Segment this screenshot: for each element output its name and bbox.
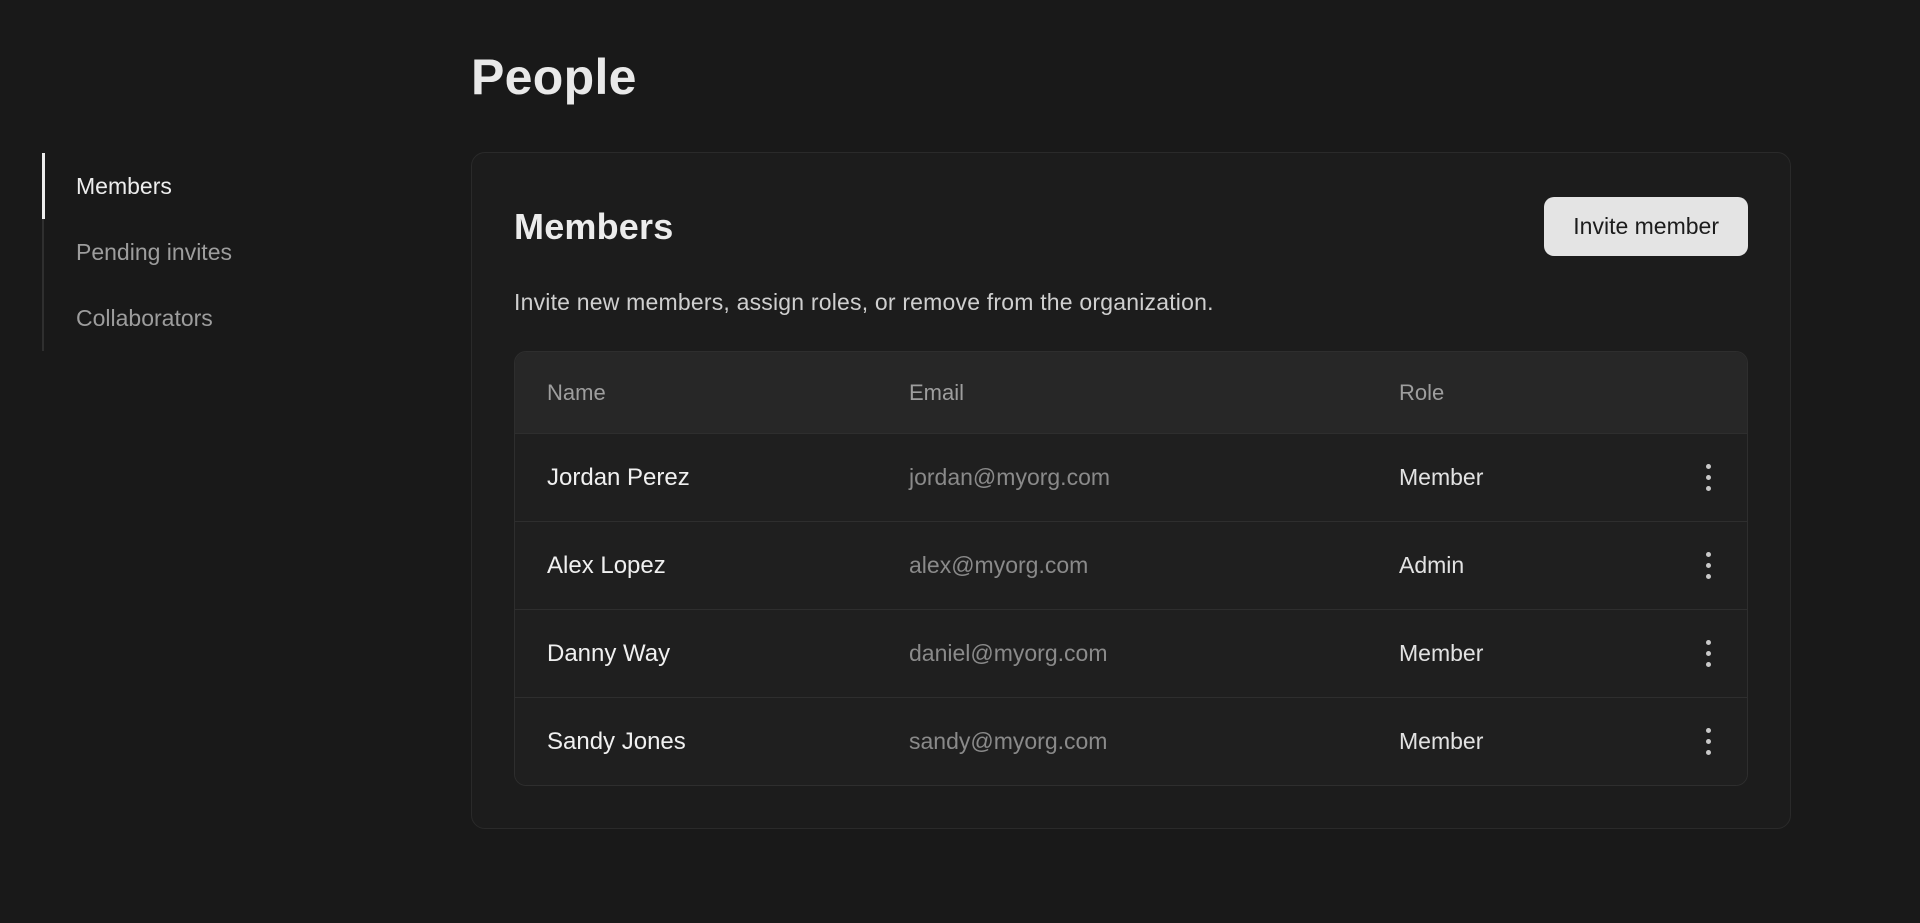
member-email: sandy@myorg.com [909,728,1399,755]
panel-description: Invite new members, assign roles, or rem… [514,289,1748,316]
column-header-role: Role [1399,380,1669,406]
member-email: daniel@myorg.com [909,640,1399,667]
panel-header: Members Invite member [514,197,1748,256]
page: Members Pending invites Collaborators Pe… [0,0,1920,923]
kebab-vertical-icon [1706,552,1711,557]
row-actions-button[interactable] [1686,456,1730,500]
member-name: Alex Lopez [547,552,909,580]
member-role: Member [1399,640,1669,667]
sidebar-item-label: Members [76,173,172,200]
member-role: Member [1399,728,1669,755]
member-name: Sandy Jones [547,728,909,756]
panel-heading: Members [514,206,673,248]
sidebar: Members Pending invites Collaborators [0,0,471,923]
members-panel: Members Invite member Invite new members… [471,152,1791,829]
member-email: jordan@myorg.com [909,464,1399,491]
table-row: Jordan Perez jordan@myorg.com Member [515,433,1747,521]
table-header-row: Name Email Role [515,352,1747,433]
table-row: Sandy Jones sandy@myorg.com Member [515,697,1747,785]
table-row: Alex Lopez alex@myorg.com Admin [515,521,1747,609]
table-row: Danny Way daniel@myorg.com Member [515,609,1747,697]
sidebar-nav: Members Pending invites Collaborators [42,153,471,351]
kebab-vertical-icon [1706,464,1711,469]
kebab-vertical-icon [1706,728,1711,733]
column-header-email: Email [909,380,1399,406]
members-table: Name Email Role Jordan Perez jordan@myor… [514,351,1748,786]
row-actions-button[interactable] [1686,720,1730,764]
member-email: alex@myorg.com [909,552,1399,579]
main-content: People Members Invite member Invite new … [471,0,1920,923]
member-role: Admin [1399,552,1669,579]
sidebar-item-collaborators[interactable]: Collaborators [42,285,471,351]
page-title: People [471,51,1791,103]
member-role: Member [1399,464,1669,491]
sidebar-item-label: Collaborators [76,305,213,332]
column-header-name: Name [547,380,909,406]
row-actions-button[interactable] [1686,632,1730,676]
sidebar-item-pending-invites[interactable]: Pending invites [42,219,471,285]
kebab-vertical-icon [1706,640,1711,645]
sidebar-item-label: Pending invites [76,239,232,266]
row-actions-button[interactable] [1686,544,1730,588]
invite-member-button[interactable]: Invite member [1544,197,1748,256]
member-name: Jordan Perez [547,464,909,492]
member-name: Danny Way [547,640,909,668]
sidebar-item-members[interactable]: Members [42,153,471,219]
